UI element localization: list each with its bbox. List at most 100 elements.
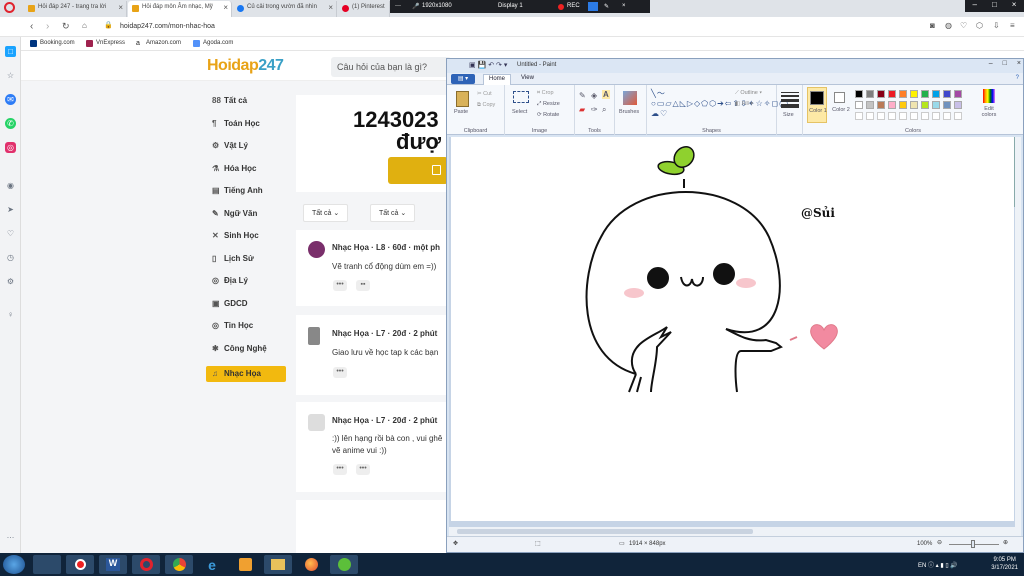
taskbar-ie[interactable]: e xyxy=(198,555,226,574)
palette-swatch-empty[interactable] xyxy=(921,112,929,120)
palette-swatch[interactable] xyxy=(921,101,929,109)
magnifier-icon[interactable]: ⌕ xyxy=(602,105,606,115)
bookmark-amazon[interactable]: a Amazon.com xyxy=(136,40,181,47)
subject-item[interactable]: ◎ Địa Lý xyxy=(206,273,286,296)
comment-icon[interactable]: ••• xyxy=(333,280,347,291)
subject-item[interactable]: ✱ Công Nghệ xyxy=(206,341,286,364)
comment-icon[interactable]: ••• xyxy=(333,464,347,475)
clock[interactable]: 9:05 PM 3/17/2021 xyxy=(991,556,1018,572)
history-icon[interactable]: ◷ xyxy=(5,252,16,263)
drawing-canvas[interactable]: @Sủi xyxy=(451,137,1014,521)
help-icon[interactable]: ? xyxy=(1016,75,1019,81)
messenger-icon[interactable]: ✉ xyxy=(5,94,16,105)
subject-item[interactable]: ¶ Toán Học xyxy=(206,116,286,139)
zoom-out-button[interactable]: ⊖ xyxy=(937,539,942,546)
resize-button[interactable]: ⤢ Resize xyxy=(537,101,560,108)
browser-tab-2[interactable]: Hỏi đáp môn Âm nhạc, Mỹ × xyxy=(128,1,232,17)
palette-swatch[interactable] xyxy=(866,101,874,109)
palette-swatch[interactable] xyxy=(921,90,929,98)
bookmark-booking[interactable]: Booking.com xyxy=(30,40,75,47)
crop-button[interactable]: ⌗ Crop xyxy=(537,90,554,97)
url-field[interactable]: hoidap247.com/mon-nhac-hoa xyxy=(120,23,215,30)
rotate-button[interactable]: ⟳ Rotate xyxy=(537,112,559,118)
comment-icon[interactable]: ••• xyxy=(333,367,347,378)
subject-item[interactable]: ✎ Ngữ Văn xyxy=(206,206,286,229)
brushes-button[interactable]: Brushes xyxy=(619,89,643,123)
palette-swatch[interactable] xyxy=(910,90,918,98)
question-card[interactable]: Nhạc Họa · L7 · 20đ · 2 phút :)) lên hạn… xyxy=(296,402,446,492)
taskbar-app-green[interactable] xyxy=(330,555,358,574)
subject-item[interactable]: ▯ Lịch Sử xyxy=(206,251,286,274)
answer-icon[interactable]: ▪▪ xyxy=(356,280,370,291)
download-icon[interactable]: ⇩ xyxy=(993,21,1000,30)
filter-dropdown-1[interactable]: Tất cả ⌄ xyxy=(303,204,349,222)
size-button[interactable]: Size xyxy=(781,90,799,124)
minimize-icon[interactable]: — xyxy=(395,3,401,9)
shapes-gallery[interactable]: ╲〜○▭▱△◺▷◇⬠⬡➔⇦⇧⇩✦☆✧◻◯☁♡ xyxy=(651,89,788,119)
mic-icon[interactable]: 🎤 xyxy=(412,3,419,10)
question-card[interactable] xyxy=(296,500,446,553)
star-icon[interactable]: ☆ xyxy=(5,70,16,81)
taskbar-explorer[interactable] xyxy=(264,555,292,574)
zoom-in-button[interactable]: ⊕ xyxy=(1003,539,1008,546)
palette-swatch[interactable] xyxy=(899,101,907,109)
palette-swatch[interactable] xyxy=(866,90,874,98)
close-icon[interactable]: × xyxy=(1012,0,1017,12)
taskbar-media[interactable] xyxy=(231,555,259,574)
quick-access-toolbar[interactable]: ▣ 💾 ↶ ↷ ▾ xyxy=(469,61,507,69)
filter-dropdown-2[interactable]: Tất cả ⌄ xyxy=(370,204,416,222)
text-tool-icon[interactable]: A xyxy=(602,90,610,99)
subject-item[interactable]: ♫ Nhạc Họa xyxy=(206,366,286,382)
zoom-slider[interactable] xyxy=(949,540,999,548)
shield-icon[interactable]: ◍ xyxy=(945,21,952,30)
close-icon[interactable]: × xyxy=(223,3,228,12)
subject-item[interactable]: 88 Tất cả xyxy=(206,93,286,116)
menu-icon[interactable]: ≡ xyxy=(1010,21,1015,30)
question-card[interactable]: Nhạc Họa · L7 · 20đ · 2 phút Giao lưu về… xyxy=(296,315,446,395)
taskbar-firefox[interactable] xyxy=(297,555,325,574)
browser-tab-4[interactable]: (1) Pinterest xyxy=(338,1,390,17)
camera-icon[interactable]: ◙ xyxy=(930,21,935,30)
close-icon[interactable]: × xyxy=(118,3,123,12)
whatsapp-icon[interactable]: ✆ xyxy=(5,118,16,129)
palette-swatch[interactable] xyxy=(888,101,896,109)
palette-swatch[interactable] xyxy=(910,101,918,109)
subject-item[interactable]: ⚗ Hóa Học xyxy=(206,161,286,184)
stop-icon[interactable] xyxy=(588,2,598,11)
close-icon[interactable]: × xyxy=(622,3,626,9)
palette-swatch-empty[interactable] xyxy=(877,112,885,120)
back-icon[interactable]: ‹ xyxy=(30,21,33,32)
outline-dropdown[interactable]: ⟋ Outline ▾ xyxy=(735,90,762,97)
palette-swatch[interactable] xyxy=(943,101,951,109)
question-text[interactable]: Vẽ tranh cổ động dùm em =)) xyxy=(332,261,446,273)
bulb-icon[interactable]: ♀ xyxy=(5,309,16,320)
taskbar-recorder[interactable] xyxy=(66,555,94,574)
question-card[interactable]: Nhạc Họa · L8 · 60đ · một ph Vẽ tranh cổ… xyxy=(296,230,446,306)
subject-item[interactable]: ▣ GDCD xyxy=(206,296,286,319)
pen-icon[interactable]: ✎ xyxy=(604,3,609,10)
horizontal-scrollbar[interactable] xyxy=(449,527,1021,536)
pencil-icon[interactable]: ✎ xyxy=(579,91,586,100)
fill-dropdown[interactable]: ◧ Fill ▾ xyxy=(735,101,753,107)
eraser-icon[interactable]: ▰ xyxy=(579,105,585,114)
instagram-icon[interactable]: ◎ xyxy=(5,142,16,153)
recorder-display[interactable]: Display 1 xyxy=(498,3,523,9)
taskbar-word[interactable]: W xyxy=(99,555,127,574)
close-icon[interactable]: × xyxy=(1017,60,1021,67)
paste-button[interactable]: Paste xyxy=(453,89,473,121)
file-menu-button[interactable]: ▤ ▾ xyxy=(451,74,475,84)
palette-swatch[interactable] xyxy=(943,90,951,98)
question-text[interactable]: :)) lên hạng rồi bà con , vui ghê vẽ ani… xyxy=(332,433,446,459)
palette-swatch-empty[interactable] xyxy=(866,112,874,120)
edit-colors-button[interactable]: Edit colors xyxy=(977,89,1001,123)
minimize-icon[interactable]: – xyxy=(973,0,977,12)
search-input[interactable]: Câu hỏi của bạn là gì? xyxy=(331,57,451,77)
vertical-scrollbar[interactable] xyxy=(1015,137,1021,527)
avatar[interactable] xyxy=(308,241,325,258)
forward-icon[interactable]: › xyxy=(46,21,49,32)
browser-tab-3[interactable]: Củ cải trong vườn đã nhìn × xyxy=(233,1,337,17)
opera-icon[interactable] xyxy=(4,2,15,13)
palette-swatch-empty[interactable] xyxy=(954,112,962,120)
palette-swatch-empty[interactable] xyxy=(899,112,907,120)
palette-swatch-empty[interactable] xyxy=(910,112,918,120)
